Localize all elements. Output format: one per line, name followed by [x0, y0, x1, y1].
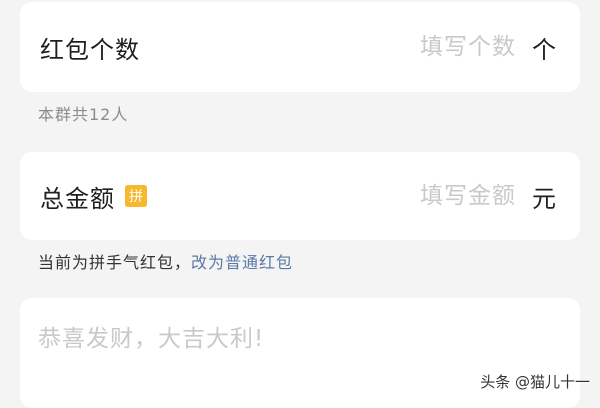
red-packet-count-label: 红包个数 — [40, 35, 140, 64]
lucky-packet-badge: 拼 — [125, 185, 147, 207]
total-amount-input[interactable] — [366, 183, 516, 209]
watermark: 头条 @猫儿十一 — [480, 373, 590, 391]
amount-unit: 元 — [532, 184, 556, 213]
packet-mode-text: 当前为拼手气红包， — [38, 253, 192, 272]
red-packet-count-card: 红包个数 个 — [20, 2, 580, 92]
switch-to-normal-packet-link[interactable]: 改为普通红包 — [191, 253, 293, 272]
total-amount-card: 总金额 拼 元 — [20, 152, 580, 240]
total-amount-row: 总金额 拼 元 — [40, 152, 556, 240]
group-members-hint: 本群共12人 — [38, 105, 129, 124]
red-packet-count-input[interactable] — [366, 34, 516, 60]
total-amount-label: 总金额 — [40, 184, 115, 213]
greeting-message-input[interactable] — [38, 326, 558, 352]
count-unit: 个 — [532, 35, 556, 64]
packet-mode-hint: 当前为拼手气红包，改为普通红包 — [38, 249, 293, 273]
red-packet-count-row: 红包个数 个 — [40, 2, 556, 92]
